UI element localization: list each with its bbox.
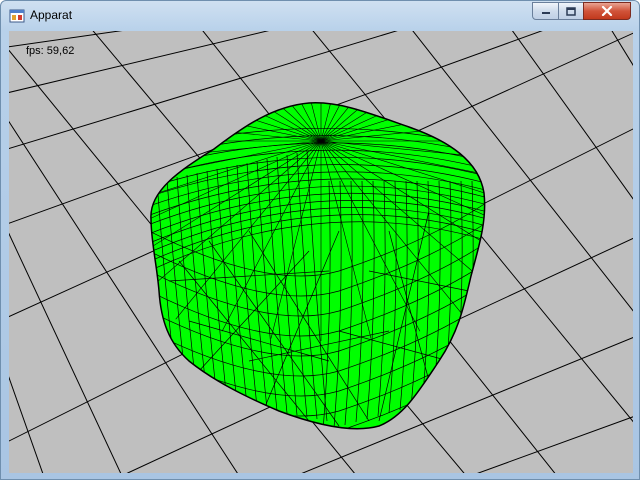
title-bar[interactable]: Apparat xyxy=(1,1,639,30)
minimize-button[interactable] xyxy=(532,2,559,20)
app-window: Apparat fps: 59,62 xyxy=(0,0,640,480)
close-icon xyxy=(601,6,613,16)
close-button[interactable] xyxy=(583,2,631,20)
3d-scene[interactable] xyxy=(9,31,633,473)
maximize-button[interactable] xyxy=(558,2,584,20)
render-viewport[interactable]: fps: 59,62 xyxy=(9,31,633,473)
app-window-icon[interactable] xyxy=(9,8,25,24)
minimize-icon xyxy=(541,12,550,14)
maximize-icon xyxy=(566,6,576,16)
fps-counter: fps: 59,62 xyxy=(26,45,75,57)
window-title: Apparat xyxy=(30,8,73,22)
